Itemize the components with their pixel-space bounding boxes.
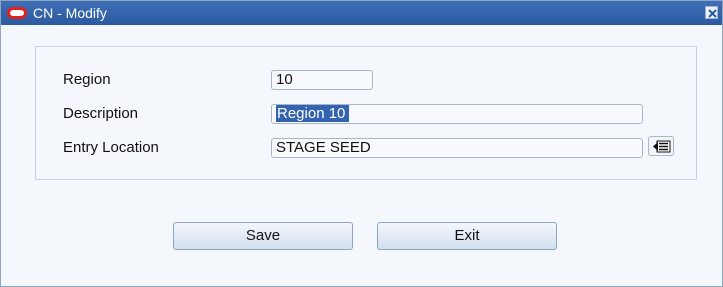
description-field[interactable]: Region 10 [271,104,643,124]
entry-location-label: Entry Location [63,139,159,156]
description-selected-text: Region 10 [276,105,350,122]
entry-location-field[interactable]: STAGE SEED [271,138,643,158]
save-button[interactable]: Save [173,222,353,250]
exit-button[interactable]: Exit [377,222,557,250]
oracle-logo-icon [7,7,27,19]
modify-dialog: CN - Modify Region 10 Description Region… [0,0,723,287]
list-of-values-icon[interactable] [648,136,674,156]
region-label: Region [63,71,111,88]
description-label: Description [63,105,139,122]
close-icon[interactable] [705,6,718,19]
window-title: CN - Modify [33,5,107,21]
title-bar: CN - Modify [1,1,722,25]
region-field[interactable]: 10 [271,70,373,90]
